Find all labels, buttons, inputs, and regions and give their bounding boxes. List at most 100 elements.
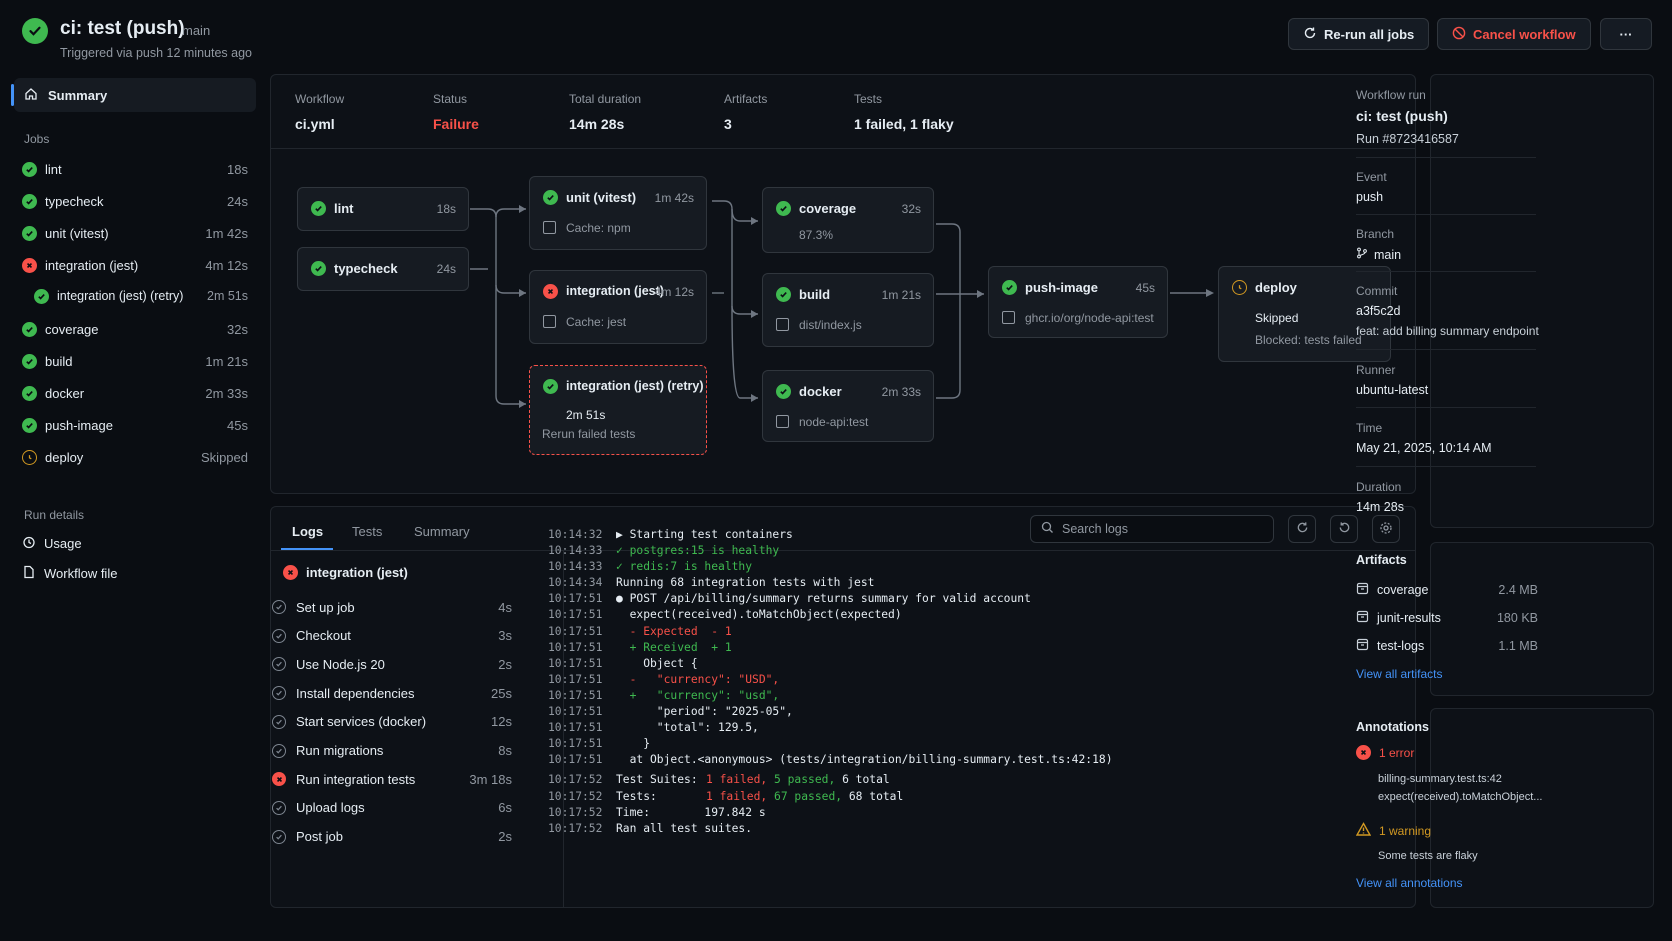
node-name: docker [799,384,842,399]
success-icon [776,287,791,302]
runner-value: ubuntu-latest [1356,383,1429,397]
graph-node-build[interactable]: build 1m 21s dist/index.js [762,273,934,347]
annotation-warning[interactable]: 1 warning [1355,822,1431,839]
node-sub: Cache: jest [566,315,627,329]
history-button[interactable] [1330,515,1358,543]
tab-tests[interactable]: Tests [352,524,382,539]
event-label: Event [1356,170,1387,184]
annotations-panel [1430,708,1654,908]
error-icon [1356,745,1371,760]
duration-label: Duration [1356,480,1402,494]
log-line: 10:17:51 expect(received).toMatchObject(… [548,607,1113,623]
log-line: 10:17:51 } [548,736,1113,752]
step-name: Run integration tests [296,771,416,787]
log-text: Running 68 integration tests with jest [616,576,875,590]
log-timestamp: 10:17:51 [548,672,603,686]
graph-node-unit-vitest[interactable]: unit (vitest) 1m 42s Cache: npm [529,176,707,250]
node-name: integration (jest) (retry) [566,379,704,393]
run-name: ci: test (push) [1356,108,1448,124]
log-text: } [616,737,651,751]
log-line: 10:17:52 Time: 197.842 s [548,805,1113,821]
step-name: Checkout [296,628,351,644]
log-step-item[interactable]: Use Node.js 20 2s [272,654,512,674]
log-text: Ran all test suites. [616,821,753,835]
success-icon [776,201,791,216]
log-line: 10:17:51 Object { [548,656,1113,672]
log-step-item[interactable]: Post job 2s [272,827,512,847]
log-step-item[interactable]: Upload logs 6s [272,798,512,818]
cache-icon [543,221,556,234]
log-text: + Received + 1 [616,640,732,654]
success-icon [543,379,558,394]
active-tab-indicator [281,548,333,550]
log-step-item[interactable]: Install dependencies 25s [272,683,512,703]
tab-logs[interactable]: Logs [292,524,323,539]
node-sub: Cache: npm [566,221,631,235]
log-line: 10:17:51 + Received + 1 [548,640,1113,656]
log-step-item[interactable]: Run migrations 8s [272,741,512,761]
view-all-annotations-link[interactable]: View all annotations [1356,876,1463,890]
container-icon [776,415,789,428]
history-icon [1338,521,1351,537]
blocked-note: Blocked: tests failed [1255,333,1362,347]
separator [1356,466,1536,467]
artifact-item[interactable]: junit-results 180 KB [1356,610,1538,626]
step-duration: 3m 18s [469,771,512,787]
artifact-item[interactable]: test-logs 1.1 MB [1356,638,1538,654]
log-timestamp: 10:17:51 [548,753,603,767]
log-timestamp: 10:17:51 [548,721,603,735]
log-timestamp: 10:14:32 [548,528,603,541]
log-step-item[interactable]: Start services (docker) 12s [272,712,512,732]
refresh-icon [1296,521,1309,537]
log-step-item[interactable]: Run integration tests 3m 18s [272,769,512,789]
refresh-logs-button[interactable] [1288,515,1316,543]
check-circle-icon [272,714,286,729]
graph-node-docker[interactable]: docker 2m 33s node-api:test [762,370,934,442]
log-settings-button[interactable] [1372,515,1400,543]
log-text: Object { [616,656,698,670]
node-name: lint [334,201,354,216]
log-text: "total": 129.5, [616,721,759,735]
view-all-artifacts-link[interactable]: View all artifacts [1356,667,1442,681]
log-line: 10:17:51 - "currency": "USD", [548,672,1113,688]
warning-message: Some tests are flaky [1378,850,1478,862]
tab-summary[interactable]: Summary [414,524,470,539]
graph-node-push-image[interactable]: push-image 45s ghcr.io/org/node-api:test [988,266,1168,338]
separator [1356,271,1536,272]
log-timestamp: 10:17:51 [548,624,603,638]
check-circle-icon [272,686,286,701]
artifact-item[interactable]: coverage 2.4 MB [1356,582,1538,598]
node-name: unit (vitest) [566,190,637,205]
step-duration: 2s [498,829,512,845]
log-timestamp: 10:17:52 [548,789,603,803]
archive-icon [1356,582,1369,598]
log-step-item[interactable]: Set up job 4s [272,597,512,617]
run-heading: Workflow run [1356,88,1426,102]
log-text: ▶ Starting test containers [616,528,793,541]
duration-value: 14m 28s [1356,500,1404,514]
run-id: Run #8723416587 [1356,132,1459,146]
node-name: push-image [1025,280,1098,295]
graph-node-coverage[interactable]: coverage 32s 87.3% [762,187,934,253]
artifact-name: junit-results [1377,611,1441,625]
log-timestamp: 10:14:33 [548,544,603,558]
graph-node-integration-retry[interactable]: integration (jest) (retry) 2m 51s Rerun … [529,365,707,455]
step-name: Start services (docker) [296,714,427,730]
log-line: 10:17:51 "period": "2025-05", [548,704,1113,720]
time-value: May 21, 2025, 10:14 AM [1356,441,1492,455]
separator [1356,407,1536,408]
success-icon [311,201,326,216]
branch-name: main [1374,247,1402,262]
node-name: typecheck [334,261,398,276]
graph-node-lint[interactable]: lint 18s [297,187,469,231]
log-timestamp: 10:14:33 [548,560,603,574]
node-duration: 2m 33s [881,385,921,399]
log-step-item[interactable]: Checkout 3s [272,626,512,646]
annotation-error[interactable]: 1 error [1356,745,1414,760]
graph-node-integration-jest[interactable]: integration (jest) 4m 12s Cache: jest [529,270,707,344]
graph-node-typecheck[interactable]: typecheck 24s [297,247,469,291]
branch-value[interactable]: main [1356,247,1401,262]
step-name: Set up job [296,599,355,615]
commit-sha[interactable]: a3f5c2d [1356,304,1400,318]
log-summary-line: 10:17:52 Tests: 1 failed, 67 passed, 68 to… [548,789,1113,805]
